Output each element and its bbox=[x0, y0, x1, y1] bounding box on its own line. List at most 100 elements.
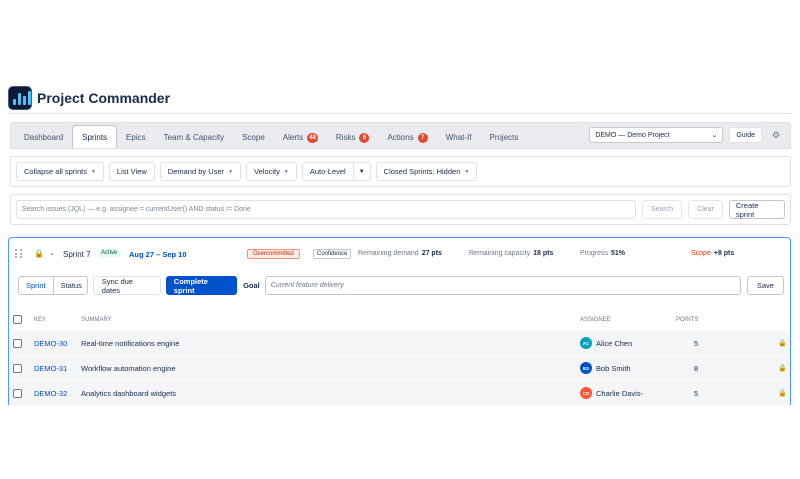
stat-label: Progress bbox=[580, 250, 609, 257]
chevron-down-icon[interactable]: ⌄ bbox=[49, 249, 55, 257]
app-header: Project Commander bbox=[8, 83, 791, 114]
assignee-name: Alice Chen bbox=[596, 338, 633, 348]
tab-dashboard[interactable]: Dashboard bbox=[15, 127, 72, 148]
caret-down-icon: ▼ bbox=[228, 168, 234, 175]
auto-level-dropdown-icon[interactable]: ▼ bbox=[352, 163, 370, 180]
story-points[interactable]: 5 bbox=[694, 339, 698, 348]
button-label: Demand by User bbox=[167, 167, 225, 176]
issue-key-link[interactable]: DEMO-31 bbox=[34, 364, 67, 373]
sprint-dates[interactable]: Aug 27 – Sep 10 bbox=[129, 250, 187, 259]
table-row[interactable]: DEMO-30 Real-time notifications engine A… bbox=[9, 330, 790, 355]
tab-risks[interactable]: Risks 6 bbox=[327, 127, 379, 148]
header-points[interactable]: POINTS bbox=[676, 317, 698, 323]
assignee-name: Bob Smith bbox=[596, 363, 631, 373]
tab-label: Alerts bbox=[282, 133, 304, 142]
create-sprint-button[interactable]: Create sprint bbox=[728, 200, 785, 219]
risks-count-badge: 6 bbox=[359, 132, 370, 143]
button-label: List View bbox=[116, 167, 147, 176]
tab-label: Dashboard bbox=[24, 133, 64, 142]
tab-epics[interactable]: Epics bbox=[117, 127, 155, 148]
header-key[interactable]: KEY bbox=[34, 317, 46, 323]
chevron-down-icon: ⌄ bbox=[711, 132, 718, 139]
tab-actions[interactable]: Actions 7 bbox=[378, 127, 436, 148]
table-row[interactable]: DEMO-32 Analytics dashboard widgets CD C… bbox=[9, 380, 790, 405]
drag-handle-icon[interactable] bbox=[15, 249, 23, 259]
jql-search-input[interactable]: Search issues (JQL) — e.g. assignee = cu… bbox=[16, 200, 636, 219]
button-label: Velocity bbox=[254, 167, 280, 176]
row-checkbox[interactable] bbox=[13, 364, 22, 373]
alerts-count-badge: 48 bbox=[307, 132, 318, 143]
sprint-controls: Sprint Status Sync due dates Complete sp… bbox=[18, 275, 784, 296]
assignee-cell[interactable]: CD Charlie Davis- bbox=[580, 387, 643, 399]
save-goal-button[interactable]: Save bbox=[746, 276, 784, 295]
tab-sprints[interactable]: Sprints bbox=[72, 125, 118, 148]
issue-key-link[interactable]: DEMO-30 bbox=[34, 339, 67, 348]
tab-label: Epics bbox=[126, 133, 146, 142]
status-view-tab[interactable]: Status bbox=[54, 277, 87, 294]
sprint-view-tab[interactable]: Sprint bbox=[19, 277, 54, 294]
goal-input[interactable]: Current feature delivery bbox=[264, 276, 741, 295]
actions-count-badge: 7 bbox=[417, 132, 428, 143]
app-title: Project Commander bbox=[37, 90, 171, 106]
caret-down-icon: ▼ bbox=[90, 168, 96, 175]
row-checkbox[interactable] bbox=[13, 389, 22, 398]
tab-label: Actions bbox=[387, 133, 414, 142]
caret-down-icon: ▼ bbox=[283, 168, 289, 175]
issues-table: KEY SUMMARY ASSIGNEE POINTS DEMO-30 Real… bbox=[9, 310, 790, 405]
lock-icon[interactable]: 🔒 bbox=[778, 339, 787, 347]
stat-value: 27 pts bbox=[421, 250, 442, 257]
status-badge: Active bbox=[98, 249, 121, 257]
main-tabs: Dashboard Sprints Epics Team & Capacity … bbox=[10, 122, 791, 149]
tab-label: Sprints bbox=[82, 132, 108, 142]
avatar: CD bbox=[580, 387, 592, 399]
view-toggle: Sprint Status bbox=[18, 276, 88, 295]
closed-sprints-button[interactable]: Closed Sprints: Hidden ▼ bbox=[375, 162, 478, 181]
sprint-name: Sprint 7 bbox=[63, 250, 91, 259]
assignee-cell[interactable]: BS Bob Smith bbox=[580, 362, 631, 374]
auto-level-split-button: Auto-Level ▼ bbox=[301, 162, 371, 181]
table-row[interactable]: DEMO-31 Workflow automation engine BS Bo… bbox=[9, 355, 790, 380]
project-select[interactable]: DEMO — Demo Project ⌄ bbox=[589, 127, 724, 143]
tab-projects[interactable]: Projects bbox=[480, 127, 527, 148]
select-all-checkbox[interactable] bbox=[13, 315, 22, 324]
tab-label: Risks bbox=[335, 133, 356, 142]
confidence-badge[interactable]: Confidence bbox=[313, 249, 352, 259]
tab-scope[interactable]: Scope bbox=[233, 127, 274, 148]
gear-icon[interactable]: ⚙ bbox=[768, 127, 784, 143]
assignee-cell[interactable]: AC Alice Chen bbox=[580, 337, 632, 349]
velocity-button[interactable]: Velocity ▼ bbox=[246, 162, 297, 181]
tab-team-capacity[interactable]: Team & Capacity bbox=[155, 127, 233, 148]
stat-value: 18 pts bbox=[533, 250, 554, 257]
lock-icon[interactable]: 🔒 bbox=[778, 364, 787, 372]
sync-due-dates-button[interactable]: Sync due dates bbox=[92, 276, 161, 295]
search-button[interactable]: Search bbox=[641, 200, 683, 219]
stat-value: 51% bbox=[611, 250, 626, 257]
search-bar: Search issues (JQL) — e.g. assignee = cu… bbox=[10, 194, 791, 225]
row-checkbox[interactable] bbox=[13, 339, 22, 348]
complete-sprint-button[interactable]: Complete sprint bbox=[165, 276, 238, 295]
goal-label: Goal bbox=[243, 281, 260, 290]
tab-label: Team & Capacity bbox=[163, 133, 225, 142]
collapse-all-sprints-button[interactable]: Collapse all sprints ▼ bbox=[16, 162, 104, 181]
story-points[interactable]: 8 bbox=[694, 364, 698, 373]
header-assignee[interactable]: ASSIGNEE bbox=[580, 317, 611, 323]
auto-level-button[interactable]: Auto-Level bbox=[303, 163, 353, 180]
header-summary[interactable]: SUMMARY bbox=[81, 317, 112, 323]
avatar: BS bbox=[580, 362, 592, 374]
tab-what-if[interactable]: What-If bbox=[437, 127, 481, 148]
stat-value: +8 pts bbox=[713, 250, 735, 257]
story-points[interactable]: 5 bbox=[694, 389, 698, 398]
stat-label: Remaining capacity bbox=[469, 250, 531, 257]
lock-icon[interactable]: 🔒 bbox=[34, 249, 44, 258]
lock-icon[interactable]: 🔒 bbox=[778, 389, 787, 397]
progress-stat: Progress 51% bbox=[580, 250, 625, 257]
demand-by-user-button[interactable]: Demand by User ▼ bbox=[159, 162, 242, 181]
clear-button[interactable]: Clear bbox=[688, 200, 723, 219]
tab-alerts[interactable]: Alerts 48 bbox=[274, 127, 327, 148]
overcommitted-badge: Overcommitted bbox=[247, 249, 300, 259]
issue-key-link[interactable]: DEMO-32 bbox=[34, 389, 67, 398]
tab-label: Scope bbox=[242, 133, 265, 142]
list-view-button[interactable]: List View bbox=[108, 162, 155, 181]
issue-summary: Analytics dashboard widgets bbox=[81, 388, 177, 398]
guide-button[interactable]: Guide bbox=[729, 127, 762, 143]
